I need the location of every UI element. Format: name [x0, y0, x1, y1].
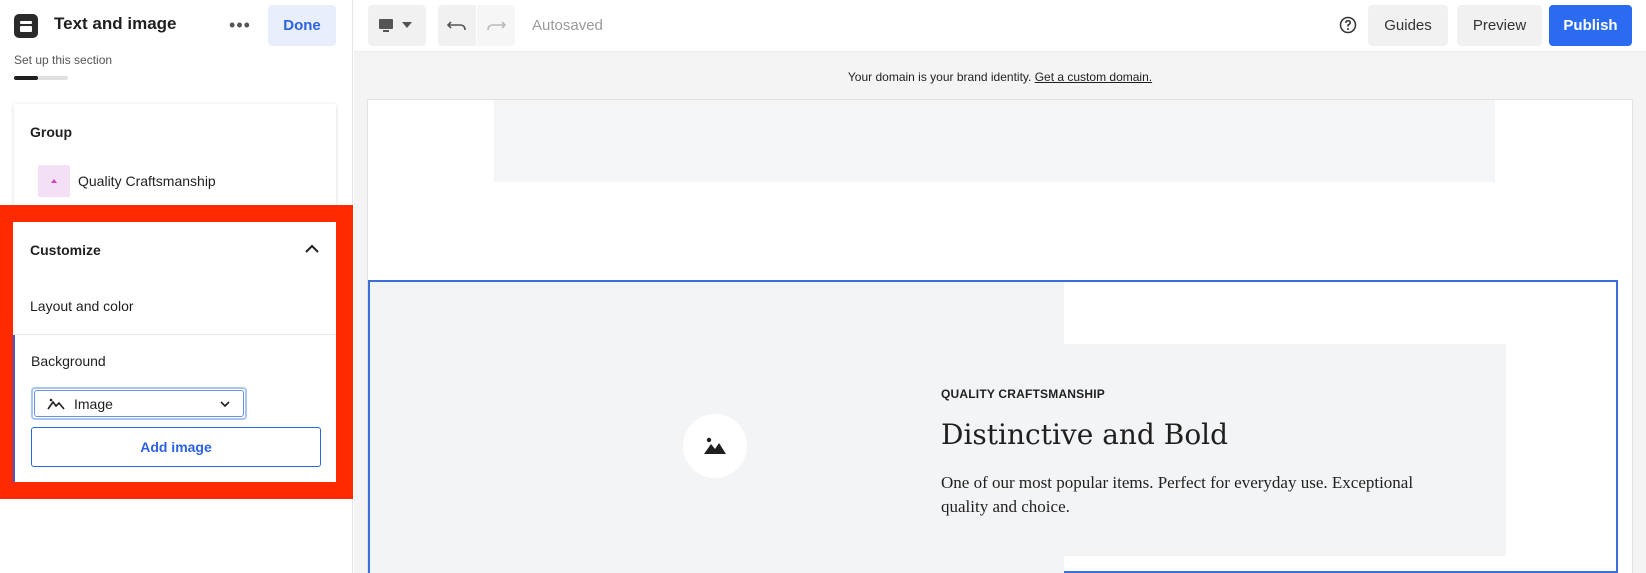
autosaved-status: Autosaved — [532, 17, 603, 34]
setup-label: Set up this section — [14, 53, 113, 67]
app-root: Text and image ••• Done Set up this sect… — [0, 0, 1646, 573]
editor-canvas: Your domain is your brand identity. Get … — [354, 52, 1646, 573]
chevron-up-icon[interactable] — [303, 240, 321, 258]
previous-section-image[interactable] — [494, 100, 1495, 182]
section-headline[interactable]: Distinctive and Bold — [941, 418, 1228, 451]
image-placeholder-icon — [704, 437, 726, 454]
sidebar-header: Text and image ••• Done Set up this sect… — [0, 0, 353, 100]
customize-title[interactable]: Customize — [30, 242, 101, 258]
preview-button[interactable]: Preview — [1457, 5, 1542, 46]
publish-button[interactable]: Publish — [1549, 5, 1632, 46]
customize-panel: Customize Layout and color Background Im… — [13, 222, 336, 482]
redo-icon — [487, 21, 507, 31]
desktop-icon — [379, 19, 412, 32]
redo-button[interactable] — [477, 5, 515, 46]
custom-domain-link[interactable]: Get a custom domain. — [1035, 70, 1152, 84]
image-placeholder-badge — [683, 414, 747, 478]
section-eyebrow[interactable]: QUALITY CRAFTSMANSHIP — [941, 387, 1105, 401]
app-icon[interactable] — [14, 14, 38, 38]
setup-progress-bar — [14, 76, 68, 80]
group-panel: Group Quality Craftsmanship — [14, 104, 336, 214]
undo-icon — [446, 21, 466, 31]
add-image-button[interactable]: Add image — [31, 427, 321, 467]
domain-banner-text: Your domain is your brand identity. — [847, 70, 1032, 84]
text-and-image-section[interactable]: QUALITY CRAFTSMANSHIP Distinctive and Bo… — [368, 280, 1618, 573]
undo-button[interactable] — [438, 5, 476, 46]
background-section: Background Image Add image — [13, 335, 336, 482]
guides-button[interactable]: Guides — [1368, 5, 1448, 46]
section-text-card[interactable]: QUALITY CRAFTSMANSHIP Distinctive and Bo… — [908, 344, 1506, 556]
domain-banner: Your domain is your brand identity. Get … — [354, 70, 1646, 84]
chevron-down-icon — [220, 401, 230, 408]
section-body-text[interactable]: One of our most popular items. Perfect f… — [941, 471, 1461, 519]
sidebar: Text and image ••• Done Set up this sect… — [0, 0, 353, 573]
group-item-thumbnail[interactable] — [38, 165, 70, 197]
setup-progress-fill — [14, 76, 39, 80]
top-toolbar: Autosaved Guides Preview Publish — [354, 0, 1646, 52]
select-focus-ring — [34, 390, 244, 417]
image-icon — [47, 398, 65, 410]
background-type-select[interactable]: Image — [31, 387, 247, 420]
done-button[interactable]: Done — [268, 5, 336, 46]
section-title: Text and image — [54, 14, 177, 33]
background-select-value: Image — [74, 396, 113, 412]
layout-and-color-item[interactable]: Layout and color — [30, 298, 134, 314]
group-title: Group — [30, 124, 72, 140]
background-label: Background — [31, 353, 106, 369]
more-options-button[interactable]: ••• — [226, 14, 254, 38]
device-toggle-button[interactable] — [368, 5, 426, 46]
group-item-label[interactable]: Quality Craftsmanship — [78, 173, 216, 189]
help-icon[interactable] — [1339, 16, 1357, 34]
site-page-preview: QUALITY CRAFTSMANSHIP Distinctive and Bo… — [368, 100, 1632, 573]
